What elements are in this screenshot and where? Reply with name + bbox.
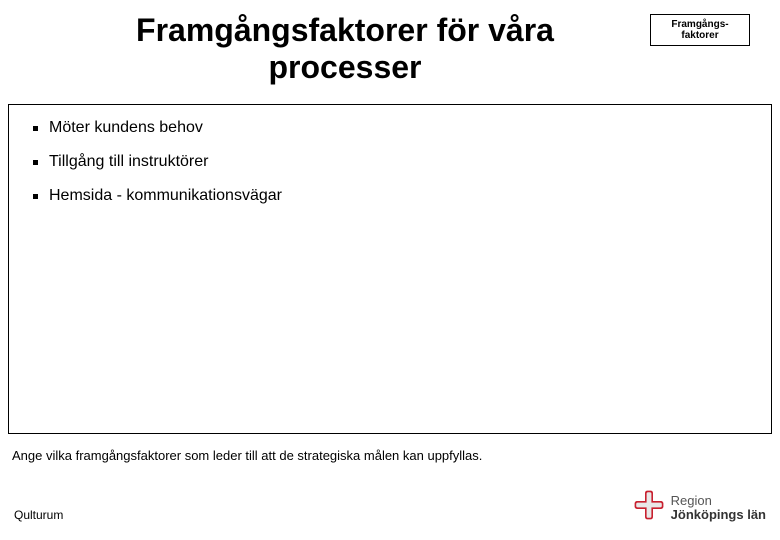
list-item: Möter kundens behov xyxy=(33,119,747,137)
bullet-list: Möter kundens behov Tillgång till instru… xyxy=(33,119,747,205)
corner-label-text: Framgångs-faktorer xyxy=(671,19,728,42)
footer-left-text: Qulturum xyxy=(14,508,63,522)
slide-title: Framgångsfaktorer för våra processer xyxy=(115,12,575,86)
content-box: Möter kundens behov Tillgång till instru… xyxy=(8,104,772,434)
logo-text-block: Region Jönköpings län xyxy=(671,494,766,521)
list-item: Hemsida - kommunikationsvägar xyxy=(33,187,747,205)
logo-line-2: Jönköpings län xyxy=(671,508,766,522)
list-item: Tillgång till instruktörer xyxy=(33,153,747,171)
region-plus-icon xyxy=(633,489,665,526)
corner-label-box: Framgångs-faktorer xyxy=(650,14,750,46)
footer-logo: Region Jönköpings län xyxy=(633,489,766,526)
hint-text: Ange vilka framgångsfaktorer som leder t… xyxy=(12,448,482,463)
logo-line-1: Region xyxy=(671,494,766,508)
